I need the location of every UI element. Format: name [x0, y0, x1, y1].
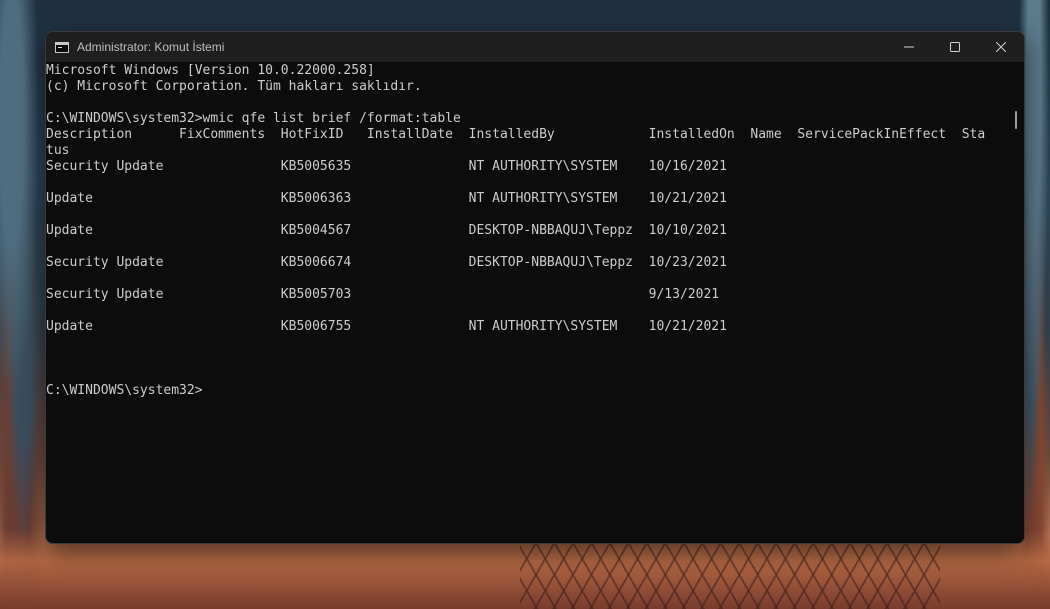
wallpaper-power-tower — [520, 541, 940, 609]
console-line: Security Update KB5006674 DESKTOP-NBBAQU… — [46, 255, 727, 270]
cmd-icon[interactable] — [55, 41, 69, 53]
console-line: C:\WINDOWS\system32> — [46, 383, 203, 398]
console-line: Description FixComments HotFixID Install… — [46, 127, 986, 142]
console-line: Update KB5004567 DESKTOP-NBBAQUJ\Teppz 1… — [46, 223, 727, 238]
maximize-button[interactable] — [932, 32, 978, 62]
title-bar[interactable]: Administrator: Komut İstemi — [46, 32, 1024, 62]
console-line: Update KB5006755 NT AUTHORITY\SYSTEM 10/… — [46, 319, 727, 334]
close-icon — [996, 42, 1006, 52]
console-line: Security Update KB5005703 9/13/2021 — [46, 287, 720, 302]
console-line: tus — [46, 143, 70, 158]
window-title: Administrator: Komut İstemi — [77, 40, 225, 54]
console-line: Update KB5006363 NT AUTHORITY\SYSTEM 10/… — [46, 191, 727, 206]
command-prompt-window: Administrator: Komut İstemi Microsoft Wi… — [45, 31, 1025, 544]
console-output[interactable]: Microsoft Windows [Version 10.0.22000.25… — [46, 63, 1006, 543]
maximize-icon — [950, 42, 960, 52]
scrollbar[interactable] — [1006, 63, 1024, 543]
close-button[interactable] — [978, 32, 1024, 62]
minimize-icon — [904, 46, 914, 48]
scroll-thumb[interactable] — [1015, 111, 1017, 129]
console-line: (c) Microsoft Corporation. Tüm hakları s… — [46, 79, 422, 94]
console-line: Security Update KB5005635 NT AUTHORITY\S… — [46, 159, 727, 174]
window-controls — [886, 32, 1024, 62]
console-text: Microsoft Windows [Version 10.0.22000.25… — [46, 63, 1006, 399]
console-line: Microsoft Windows [Version 10.0.22000.25… — [46, 63, 375, 78]
console-line: C:\WINDOWS\system32>wmic qfe list brief … — [46, 111, 461, 126]
minimize-button[interactable] — [886, 32, 932, 62]
